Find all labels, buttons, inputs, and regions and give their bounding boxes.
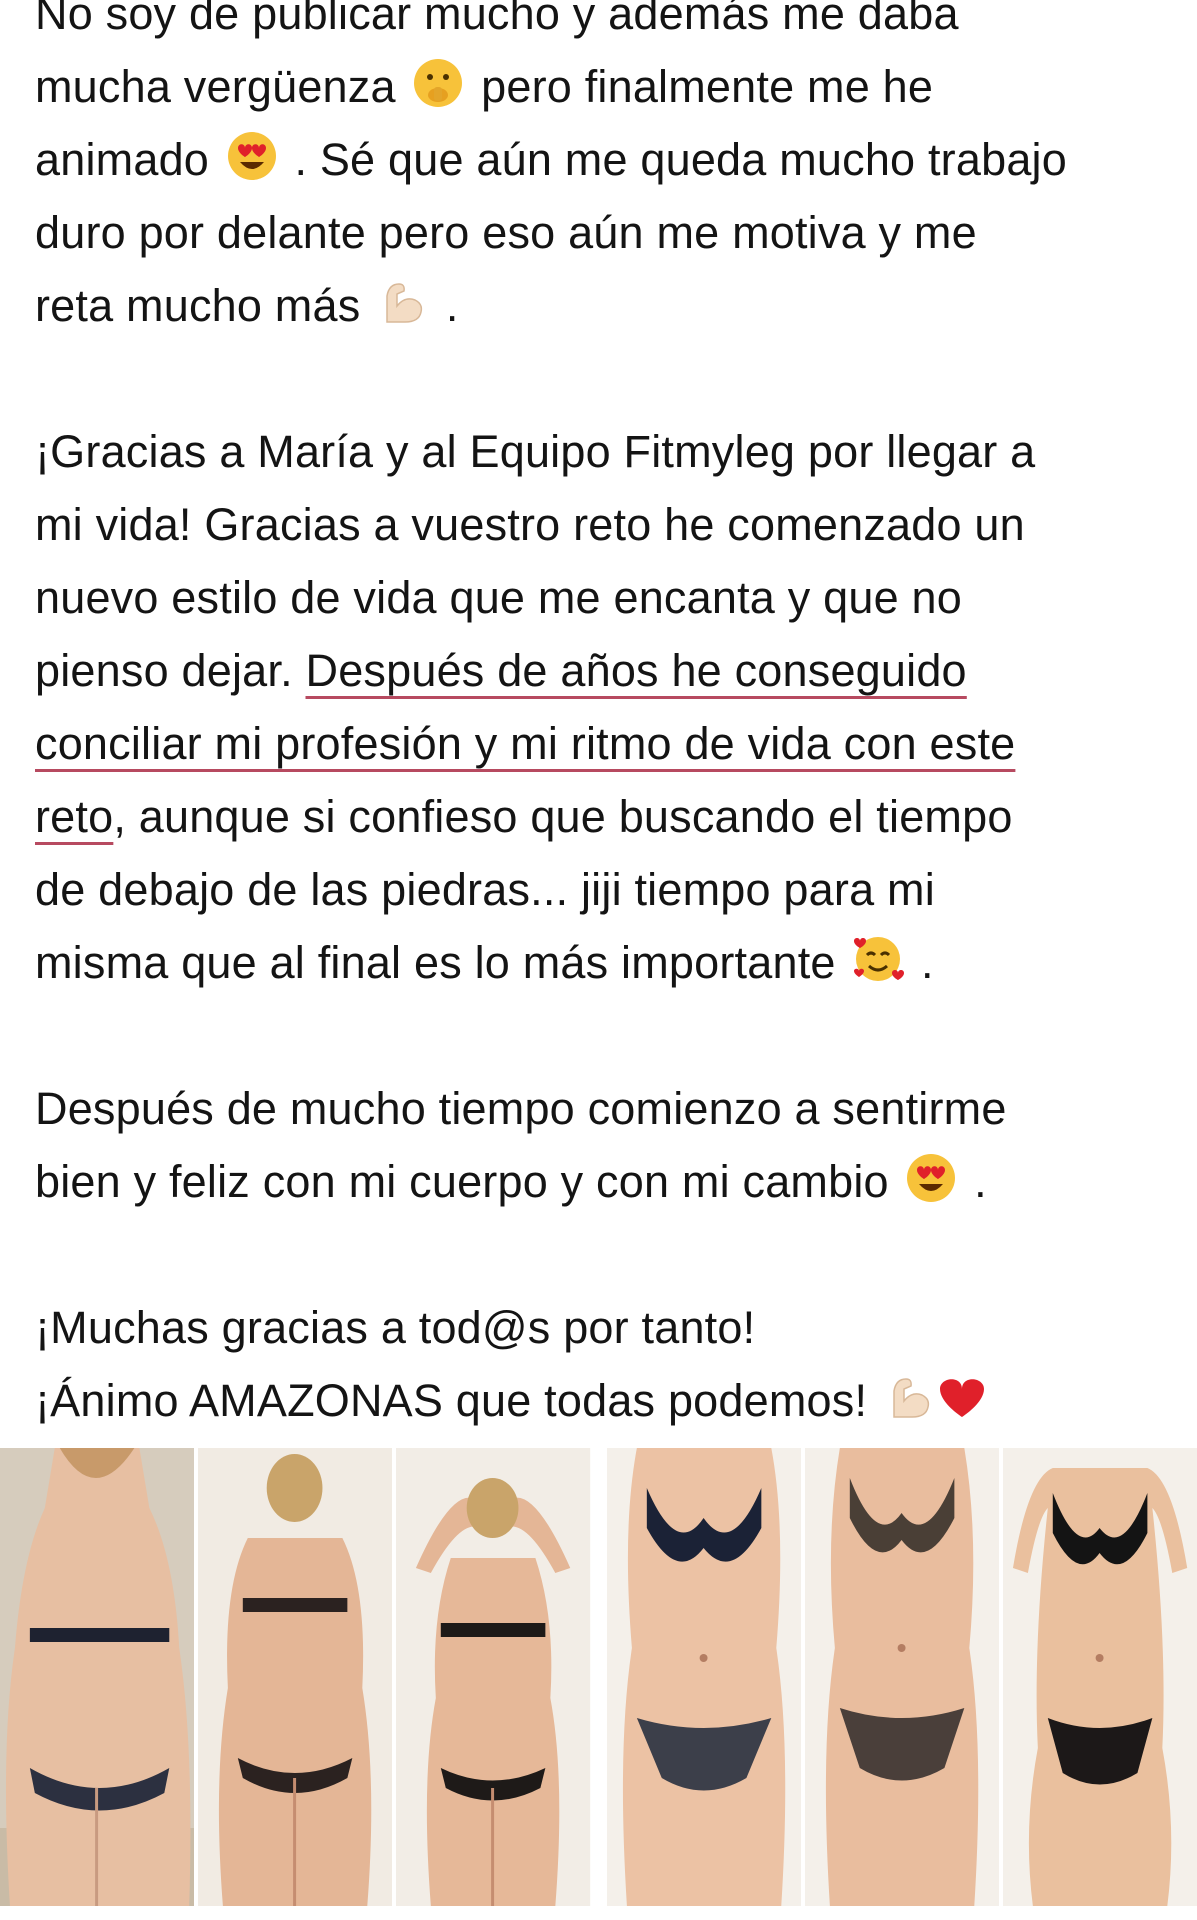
text-fragment: . <box>974 1156 987 1207</box>
text-fragment: ¡Ánimo AMAZONAS que todas podemos! <box>35 1375 868 1426</box>
text-line: reto, aunque si confieso que buscando el… <box>35 780 1175 853</box>
paragraph-intro: No soy de publicar mucho y además me dab… <box>35 0 1175 342</box>
paragraph-feeling: Después de mucho tiempo comienzo a senti… <box>35 1072 1175 1218</box>
photo-back-after[interactable] <box>396 1448 591 1906</box>
flexed-biceps-icon <box>893 1378 930 1418</box>
text-line: pienso dejar. Después de años he consegu… <box>35 634 1175 707</box>
text-line: No soy de publicar mucho y además me dab… <box>35 0 959 39</box>
photo-back-mid[interactable] <box>198 1448 393 1906</box>
progress-photo-collage <box>0 1448 1197 1906</box>
text-line: nuevo estilo de vida que me encanta y qu… <box>35 572 962 623</box>
text-fragment: reta mucho más <box>35 280 361 331</box>
post-body: No soy de publicar mucho y además me dab… <box>35 0 1175 1437</box>
heart-eyes-icon <box>907 1154 956 1202</box>
text-line: de debajo de las piedras... jiji tiempo … <box>35 864 935 915</box>
photo-back-before[interactable] <box>0 1448 195 1906</box>
heart-eyes-icon <box>227 132 276 180</box>
text-fragment: pienso dejar. <box>35 645 306 696</box>
text-fragment: . <box>921 937 934 988</box>
text-fragment: . Sé que aún me queda mucho trabajo <box>294 134 1067 185</box>
paragraph-thanks-team: ¡Gracias a María y al Equipo Fitmyleg po… <box>35 415 1175 999</box>
underlined-text: conciliar mi profesión y mi ritmo de vid… <box>35 718 1016 769</box>
text-line: conciliar mi profesión y mi ritmo de vid… <box>35 707 1175 780</box>
text-fragment: . <box>445 280 459 331</box>
text-line: bien y feliz con mi cuerpo y con mi camb… <box>35 1145 1175 1218</box>
text-fragment: mucha vergüenza <box>35 61 396 112</box>
flexed-biceps-icon <box>386 283 423 323</box>
text-fragment: pero finalmente me he <box>481 61 934 112</box>
text-line: animado . Sé que aún me queda mucho trab… <box>35 123 1175 196</box>
collage-divider <box>594 1448 603 1906</box>
text-line: Después de mucho tiempo comienzo a senti… <box>35 1083 1007 1134</box>
red-heart-icon <box>939 1379 984 1417</box>
text-line: misma que al final es lo más importante … <box>35 926 1175 999</box>
text-line: duro por delante pero eso aún me motiva … <box>35 207 977 258</box>
text-line: reta mucho más . <box>35 269 1175 342</box>
text-line: ¡Gracias a María y al Equipo Fitmyleg po… <box>35 426 1036 477</box>
text-fragment: bien y feliz con mi cuerpo y con mi camb… <box>35 1156 889 1207</box>
text-line: mucha vergüenza pero finalmente me he <box>35 50 1175 123</box>
underlined-text: Después de años he conseguido <box>305 645 967 696</box>
paragraph-closing: ¡Muchas gracias a tod@s por tanto! ¡Ánim… <box>35 1291 1175 1437</box>
photo-front-after[interactable] <box>1002 1448 1197 1906</box>
smiling-face-with-hearts-icon <box>854 937 905 981</box>
shushing-face-icon <box>414 59 463 107</box>
text-line: mi vida! Gracias a vuestro reto he comen… <box>35 499 1025 550</box>
underlined-text: reto <box>35 791 114 842</box>
text-line: ¡Muchas gracias a tod@s por tanto! <box>35 1302 756 1353</box>
text-line: ¡Ánimo AMAZONAS que todas podemos! <box>35 1364 1175 1437</box>
text-fragment: misma que al final es lo más importante <box>35 937 836 988</box>
photo-front-mid[interactable] <box>804 1448 999 1906</box>
photo-front-before[interactable] <box>606 1448 801 1906</box>
text-fragment: animado <box>35 134 210 185</box>
text-fragment: , aunque si confieso que buscando el tie… <box>113 791 1013 842</box>
